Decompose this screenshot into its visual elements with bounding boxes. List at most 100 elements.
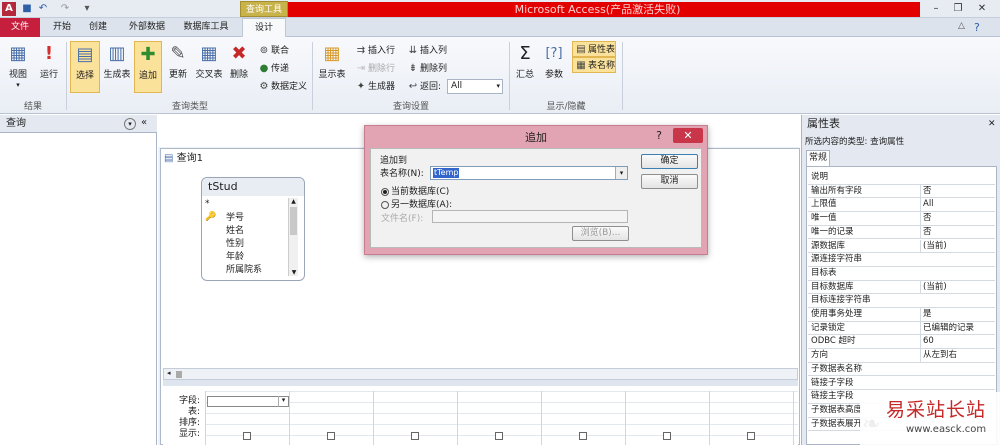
- return-select[interactable]: All ▾: [447, 79, 503, 94]
- horizontal-scrollbar[interactable]: ◂: [163, 368, 798, 380]
- scroll-thumb[interactable]: [176, 371, 182, 378]
- property-value[interactable]: 否: [920, 225, 995, 239]
- show-checkbox[interactable]: [411, 432, 419, 440]
- make-table-button[interactable]: ▥ 生成表: [102, 41, 132, 93]
- crosstab-query-button[interactable]: ▦ 交叉表: [194, 41, 224, 93]
- property-row[interactable]: 目标连接字符串: [808, 294, 995, 308]
- field-list-scrollbar[interactable]: ▲ ▼: [288, 198, 298, 276]
- property-row[interactable]: 使用事务处理 是: [808, 308, 995, 322]
- insert-rows-button[interactable]: ⇉ 插入行: [354, 43, 395, 59]
- property-row[interactable]: ODBC 超时 60: [808, 335, 995, 350]
- scroll-left-icon[interactable]: ◂: [167, 369, 171, 377]
- property-row[interactable]: 目标表: [808, 266, 995, 281]
- restore-button[interactable]: ❐: [948, 2, 968, 16]
- other-db-radio[interactable]: 另一数据库(A):: [381, 197, 452, 210]
- tab-create[interactable]: 创建: [84, 18, 112, 37]
- scroll-thumb[interactable]: [290, 207, 297, 235]
- dialog-close-button[interactable]: ✕: [673, 128, 703, 143]
- property-value[interactable]: 60: [920, 335, 995, 349]
- property-row[interactable]: 唯一的记录 否: [808, 225, 995, 240]
- data-definition-button[interactable]: ⚙ 数据定义: [257, 79, 308, 95]
- property-row[interactable]: 源连接字符串: [808, 253, 995, 267]
- delete-columns-button[interactable]: ⇟ 删除列: [406, 61, 447, 77]
- ok-button[interactable]: 确定: [641, 154, 698, 169]
- update-query-button[interactable]: ✎ 更新: [164, 41, 192, 93]
- field-list-item[interactable]: 姓名: [226, 225, 286, 238]
- property-row[interactable]: 唯一值 否: [808, 212, 995, 226]
- select-query-button[interactable]: ▤ 选择: [70, 41, 100, 93]
- insert-columns-button[interactable]: ⇊ 插入列: [406, 43, 447, 59]
- minimize-button[interactable]: –: [926, 2, 946, 16]
- browse-button[interactable]: 浏览(B)...: [572, 226, 629, 241]
- show-checkbox[interactable]: [327, 432, 335, 440]
- view-button[interactable]: ▦ 视图 ▾: [4, 41, 32, 93]
- show-checkbox[interactable]: [747, 432, 755, 440]
- property-value[interactable]: 是: [920, 308, 995, 321]
- show-checkbox[interactable]: [663, 432, 671, 440]
- chevron-down-icon[interactable]: ▾: [278, 396, 288, 407]
- access-logo-icon[interactable]: A: [2, 2, 16, 16]
- cancel-button[interactable]: 取消: [641, 174, 698, 189]
- field-list-item[interactable]: 所属院系: [226, 264, 286, 277]
- field-list-item[interactable]: 年龄: [226, 251, 286, 264]
- property-row[interactable]: 子数据表名称: [808, 362, 995, 377]
- property-value[interactable]: 否: [920, 212, 995, 226]
- file-name-input[interactable]: [432, 210, 628, 223]
- tab-home[interactable]: 开始: [48, 18, 76, 37]
- tab-general[interactable]: 常规: [806, 150, 830, 166]
- table-field-list-title[interactable]: tStud: [202, 178, 304, 196]
- close-window-button[interactable]: ✕: [972, 2, 992, 16]
- minimize-ribbon-icon[interactable]: △: [958, 21, 965, 31]
- scroll-down-icon[interactable]: ▼: [289, 269, 299, 276]
- property-value[interactable]: 已编辑的记录: [920, 321, 995, 335]
- dialog-help-icon[interactable]: ?: [652, 128, 666, 143]
- parameters-button[interactable]: [?] 参数: [540, 41, 568, 93]
- chevron-down-icon[interactable]: ▾: [615, 167, 627, 179]
- property-row[interactable]: 链接子字段: [808, 376, 995, 391]
- property-row[interactable]: 记录锁定 已编辑的记录: [808, 321, 995, 336]
- query-document-tab[interactable]: ▤ 查询1: [160, 150, 230, 168]
- run-button[interactable]: ! 运行: [36, 41, 62, 93]
- append-query-button[interactable]: ✚ 追加: [134, 41, 162, 93]
- pass-through-button[interactable]: ● 传递: [257, 61, 289, 77]
- field-input[interactable]: ▾: [207, 396, 289, 407]
- customize-qat-icon[interactable]: ▾: [80, 2, 94, 16]
- redo-icon[interactable]: ↷: [58, 2, 72, 16]
- totals-button[interactable]: Σ 汇总: [512, 41, 538, 93]
- show-checkbox[interactable]: [243, 432, 251, 440]
- nav-menu-icon[interactable]: ▾: [124, 118, 136, 130]
- delete-rows-button[interactable]: ⇥ 删除行: [354, 61, 395, 77]
- help-icon[interactable]: ?: [974, 21, 980, 34]
- property-row[interactable]: 源数据库 (当前): [808, 239, 995, 254]
- delete-query-button[interactable]: ✖ 删除: [226, 41, 252, 93]
- table-names-button[interactable]: ▦ 表名称: [572, 57, 616, 73]
- show-checkbox[interactable]: [579, 432, 587, 440]
- property-row[interactable]: 方向 从左到右: [808, 349, 995, 363]
- property-row[interactable]: 上限值 All: [808, 198, 995, 213]
- tab-external-data[interactable]: 外部数据: [124, 18, 170, 37]
- undo-icon[interactable]: ↶: [36, 2, 50, 16]
- show-checkbox[interactable]: [495, 432, 503, 440]
- property-row[interactable]: 目标数据库 (当前): [808, 280, 995, 295]
- union-button[interactable]: ⊚ 联合: [257, 43, 289, 59]
- builder-button[interactable]: ✦ 生成器: [354, 79, 395, 95]
- property-value[interactable]: (当前): [920, 239, 995, 253]
- property-value[interactable]: 否: [920, 184, 995, 198]
- scroll-up-icon[interactable]: ▲: [289, 198, 298, 205]
- show-table-button[interactable]: ▦ 显示表: [315, 41, 349, 93]
- tab-database-tools[interactable]: 数据库工具: [178, 18, 234, 37]
- tab-file[interactable]: 文件: [0, 18, 40, 37]
- property-sheet-button[interactable]: ▤ 属性表: [572, 41, 616, 57]
- field-list-item[interactable]: 性别: [226, 238, 286, 251]
- field-list-item[interactable]: 学号: [226, 212, 286, 225]
- property-row[interactable]: 输出所有字段 否: [808, 184, 995, 199]
- property-value[interactable]: 从左到右: [920, 349, 995, 363]
- tab-design[interactable]: 设计: [242, 18, 286, 38]
- property-value[interactable]: (当前): [920, 280, 995, 294]
- close-property-sheet-icon[interactable]: ✕: [988, 119, 996, 129]
- current-db-radio[interactable]: 当前数据库(C): [381, 184, 449, 197]
- property-row[interactable]: 说明: [808, 171, 995, 185]
- table-name-combo[interactable]: tTemp ▾: [430, 166, 628, 180]
- collapse-nav-icon[interactable]: «: [141, 117, 147, 128]
- property-value[interactable]: All: [920, 198, 995, 212]
